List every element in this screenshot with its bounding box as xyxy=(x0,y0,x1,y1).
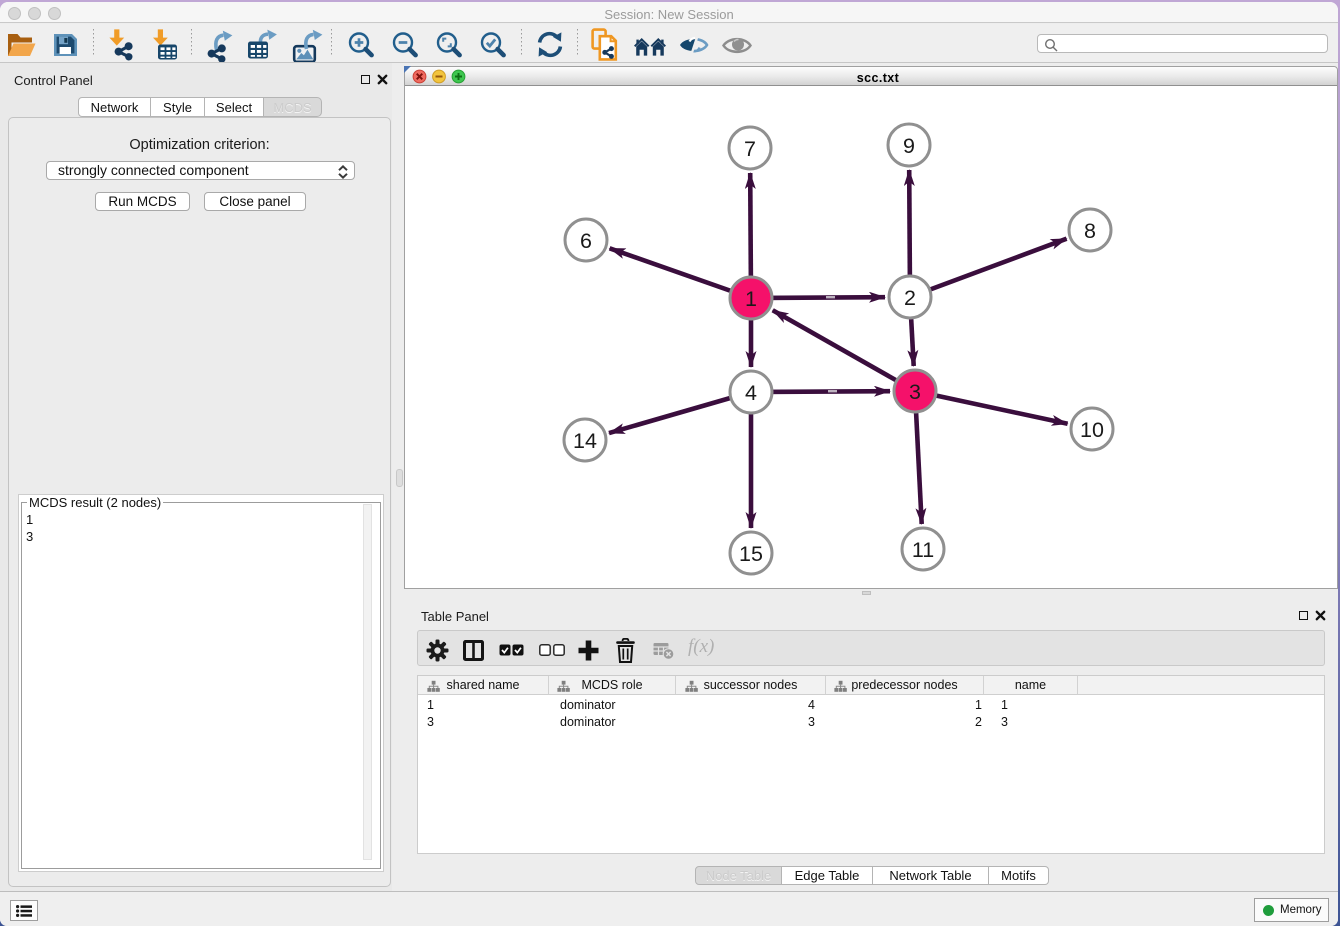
svg-text:11: 11 xyxy=(912,538,934,562)
svg-text:15: 15 xyxy=(739,542,763,566)
svg-text:8: 8 xyxy=(1084,219,1096,243)
svg-text:7: 7 xyxy=(744,137,756,161)
svg-text:14: 14 xyxy=(573,429,597,453)
svg-text:6: 6 xyxy=(580,229,592,253)
svg-text:1: 1 xyxy=(745,287,757,311)
svg-text:3: 3 xyxy=(909,380,921,404)
svg-text:4: 4 xyxy=(745,381,757,405)
svg-text:9: 9 xyxy=(903,134,915,158)
svg-text:2: 2 xyxy=(904,286,916,310)
svg-text:10: 10 xyxy=(1080,418,1104,442)
